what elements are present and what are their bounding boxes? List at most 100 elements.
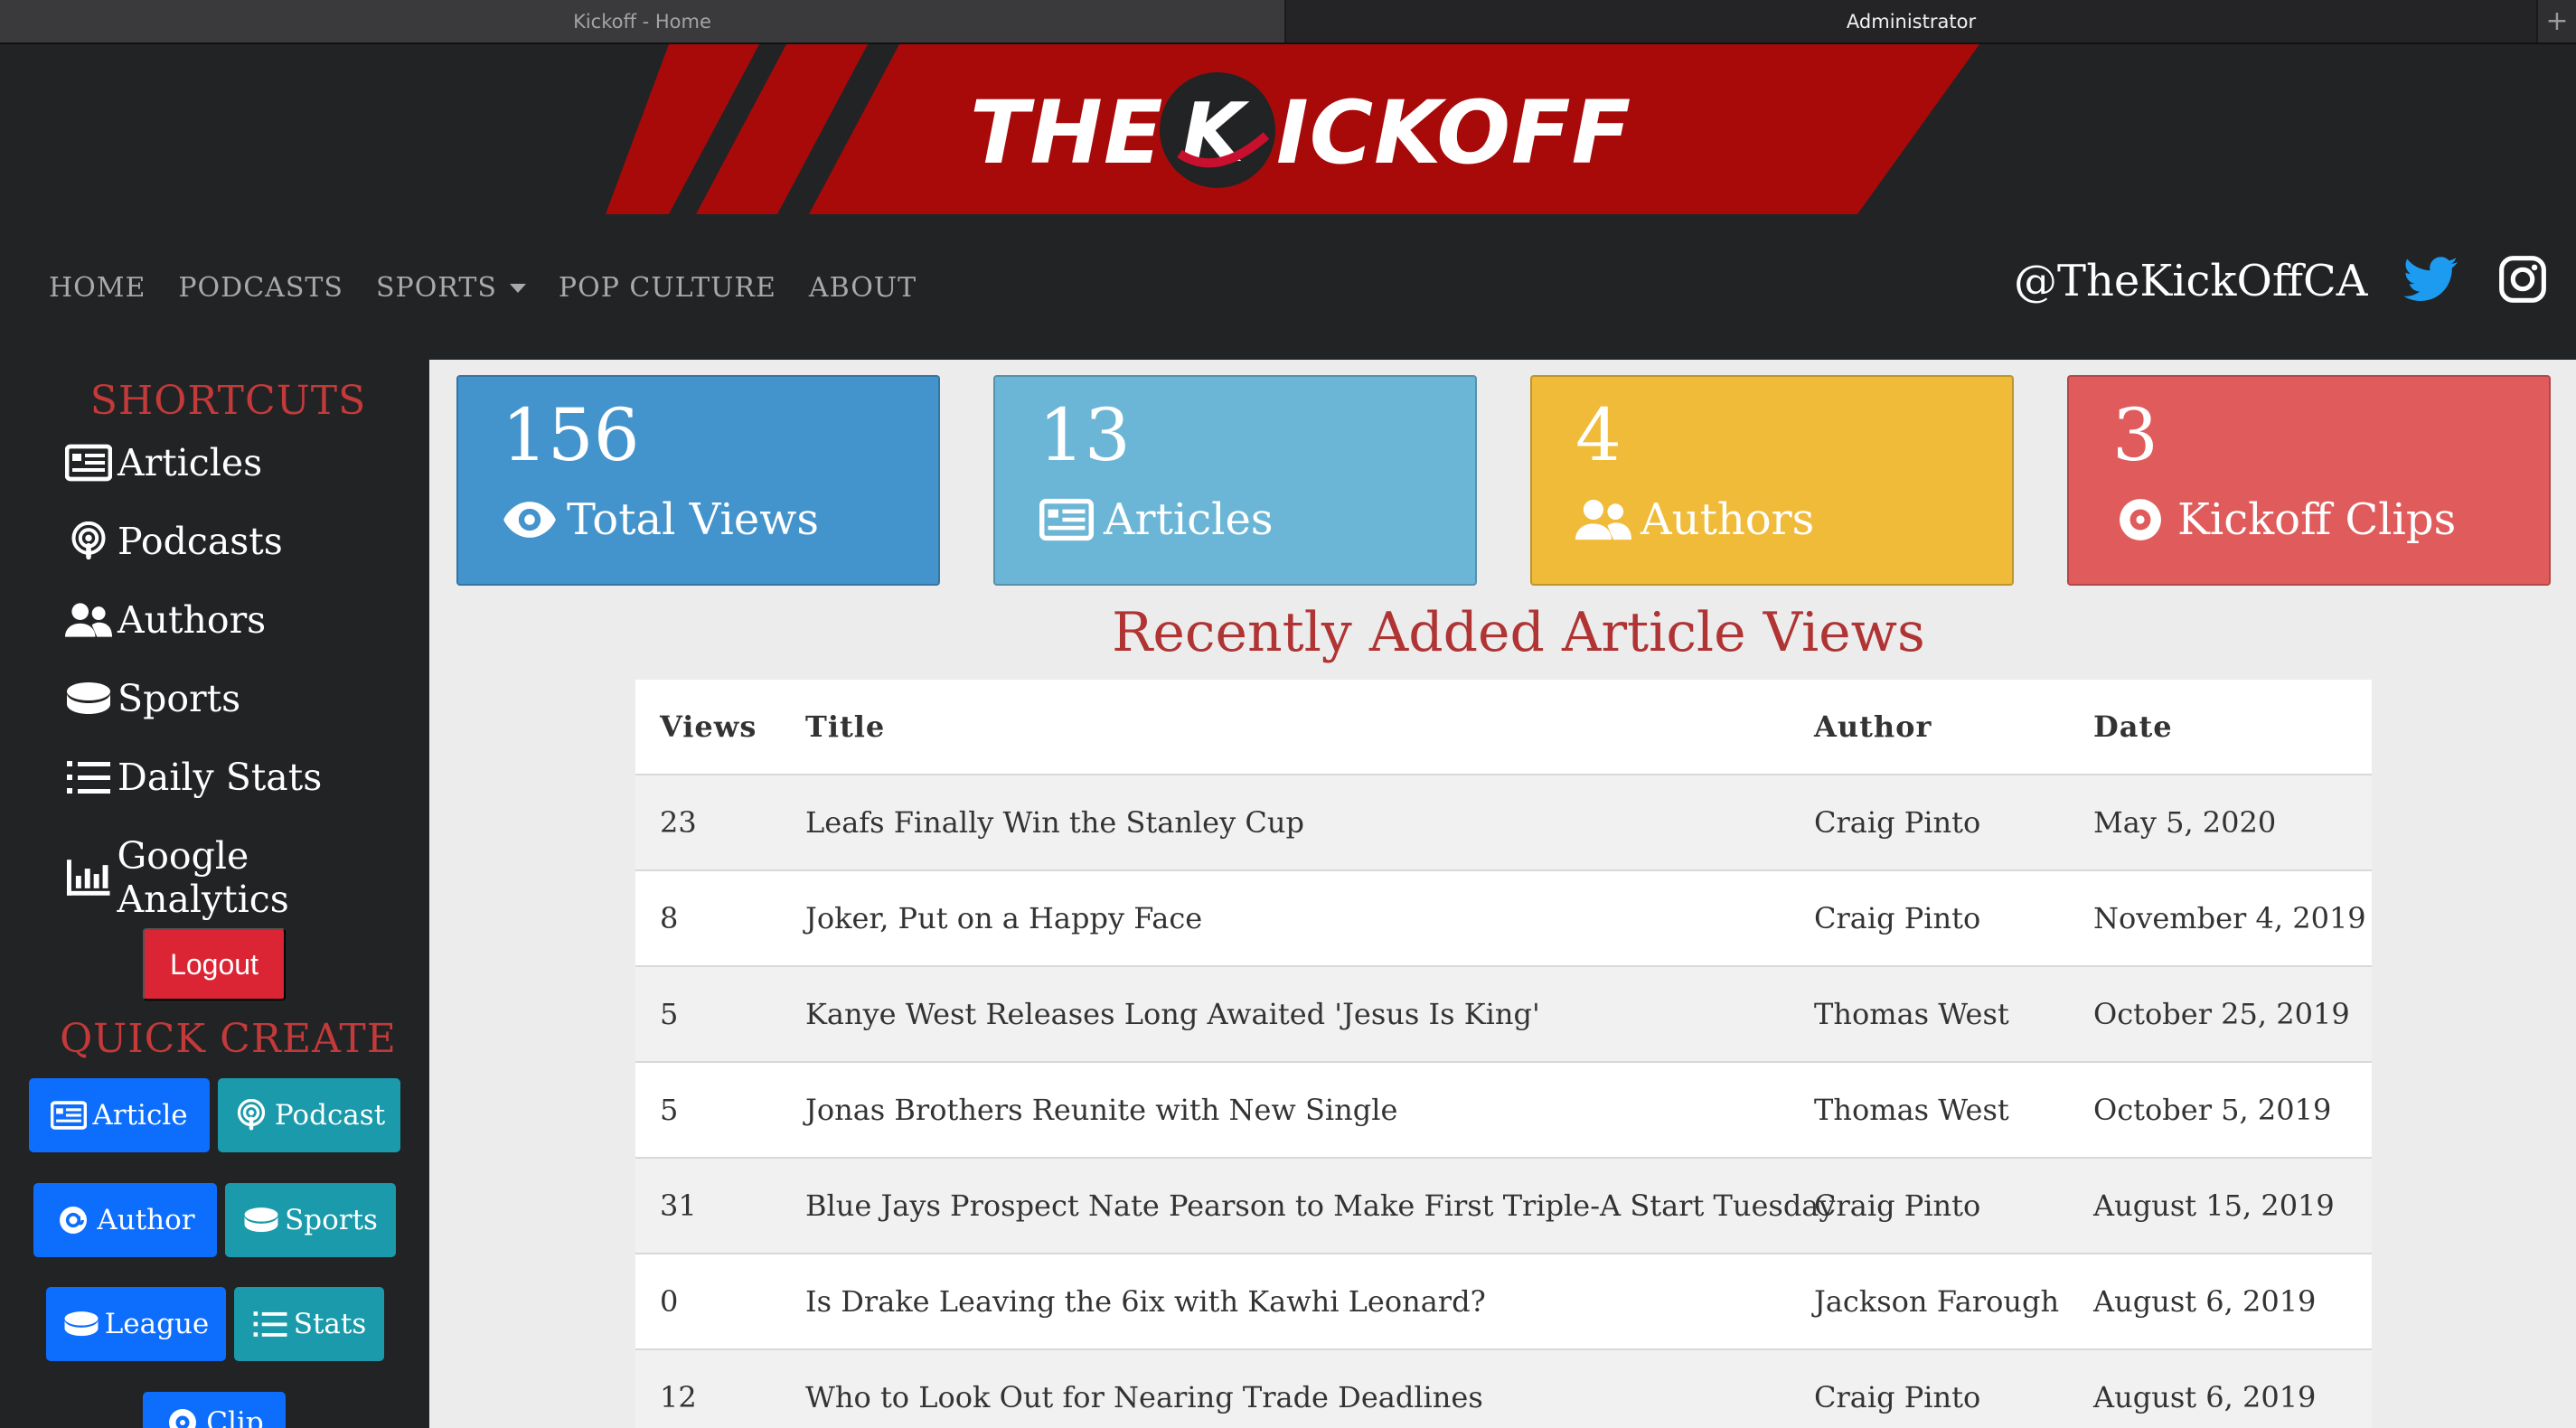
stat-label: Articles	[1039, 494, 1274, 545]
list-icon	[253, 1311, 287, 1337]
stat-card-articles[interactable]: 13 Articles	[993, 375, 1477, 586]
shortcut-authors[interactable]: Authors	[65, 598, 266, 642]
cell-title[interactable]: Leafs Finally Win the Stanley Cup	[805, 775, 1304, 869]
list-icon	[67, 761, 110, 794]
cell-views: 5	[660, 997, 679, 1031]
eye-icon	[503, 502, 556, 538]
shortcut-podcasts[interactable]: Podcasts	[65, 520, 283, 563]
stat-card-authors[interactable]: 4 Authors	[1530, 375, 2014, 586]
hockey-puck-icon	[67, 682, 110, 714]
stat-card-kickoff-clips[interactable]: 3 Kickoff Clips	[2067, 375, 2551, 586]
cell-title[interactable]: Is Drake Leaving the 6ix with Kawhi Leon…	[805, 1254, 1486, 1348]
browser-tab-administrator[interactable]: Administrator	[1286, 0, 2536, 42]
quick-create-podcast-button[interactable]: Podcast	[218, 1078, 400, 1152]
stat-label: Kickoff Clips	[2112, 494, 2456, 545]
shortcut-daily-stats[interactable]: Daily Stats	[65, 756, 322, 799]
table-row[interactable]: 8 Joker, Put on a Happy Face Craig Pinto…	[635, 871, 2372, 967]
cell-title[interactable]: Jonas Brothers Reunite with New Single	[805, 1063, 1397, 1157]
at-icon	[60, 1207, 88, 1234]
cell-views: 12	[660, 1380, 697, 1414]
shortcut-sports[interactable]: Sports	[65, 677, 240, 720]
column-header-date[interactable]: Date	[2093, 680, 2173, 774]
cell-date: October 5, 2019	[2093, 1093, 2332, 1127]
quick-create-sports-button[interactable]: Sports	[225, 1183, 396, 1257]
quick-create-clip-button[interactable]: Clip	[143, 1392, 286, 1428]
table-row[interactable]: 5 Kanye West Releases Long Awaited 'Jesu…	[635, 967, 2372, 1063]
table-row[interactable]: 23 Leafs Finally Win the Stanley Cup Cra…	[635, 775, 2372, 871]
quick-create-league-label: League	[104, 1308, 210, 1340]
column-header-views[interactable]: Views	[660, 680, 757, 774]
table-row[interactable]: 5 Jonas Brothers Reunite with New Single…	[635, 1063, 2372, 1159]
quick-create-author-button[interactable]: Author	[33, 1183, 217, 1257]
table-row[interactable]: 31 Blue Jays Prospect Nate Pearson to Ma…	[635, 1159, 2372, 1254]
table-row[interactable]: 12 Who to Look Out for Nearing Trade Dea…	[635, 1350, 2372, 1428]
quick-create-podcast-label: Podcast	[274, 1099, 386, 1132]
nav-sports-dropdown[interactable]: SPORTS	[376, 272, 526, 304]
cell-author: Thomas West	[1814, 997, 2009, 1031]
cell-date: October 25, 2019	[2093, 997, 2350, 1031]
cell-views: 8	[660, 901, 679, 935]
quick-create-heading: QUICK CREATE	[60, 1016, 397, 1062]
table-row[interactable]: 0 Is Drake Leaving the 6ix with Kawhi Le…	[635, 1254, 2372, 1350]
quick-create-article-label: Article	[92, 1099, 188, 1132]
podcast-icon	[237, 1099, 265, 1131]
column-header-author[interactable]: Author	[1814, 680, 1932, 774]
users-icon	[1575, 499, 1631, 540]
stat-value: 3	[2112, 393, 2158, 477]
logo-text-ickoff: ICKOFF	[1276, 82, 1632, 183]
users-icon	[65, 603, 112, 637]
stat-label: Total Views	[502, 494, 819, 545]
hockey-puck-icon	[64, 1311, 99, 1337]
nav-about[interactable]: ABOUT	[809, 272, 917, 304]
shortcuts-heading: SHORTCUTS	[89, 378, 367, 424]
hockey-puck-icon	[244, 1207, 278, 1233]
nav-pop-culture[interactable]: POP CULTURE	[559, 272, 776, 304]
recent-views-heading: Recently Added Article Views	[1112, 601, 1925, 664]
stat-value: 4	[1575, 393, 1622, 477]
cell-title[interactable]: Who to Look Out for Nearing Trade Deadli…	[805, 1350, 1483, 1428]
twitter-icon[interactable]	[2404, 256, 2458, 303]
cell-title[interactable]: Kanye West Releases Long Awaited 'Jesus …	[805, 967, 1540, 1061]
stat-label-text: Kickoff Clips	[2177, 494, 2457, 545]
shortcut-articles-label: Articles	[118, 441, 263, 484]
shortcut-articles[interactable]: Articles	[65, 441, 262, 484]
logout-button[interactable]: Logout	[143, 928, 286, 1001]
quick-create-stats-label: Stats	[293, 1308, 367, 1340]
cell-date: May 5, 2020	[2093, 805, 2277, 840]
instagram-icon[interactable]	[2497, 254, 2548, 305]
cell-author: Thomas West	[1814, 1093, 2009, 1127]
site-header: THE K ICKOFF HOME PODCASTS SPORTS POP CU…	[0, 44, 2576, 360]
shortcut-podcasts-label: Podcasts	[118, 520, 283, 563]
stat-card-total-views[interactable]: 156 Total Views	[456, 375, 940, 586]
cell-title[interactable]: Blue Jays Prospect Nate Pearson to Make …	[805, 1159, 1835, 1253]
shortcut-google-analytics[interactable]: Google Analytics	[65, 834, 429, 921]
stat-value: 156	[502, 393, 640, 477]
quick-create-article-button[interactable]: Article	[29, 1078, 210, 1152]
nav-podcasts[interactable]: PODCASTS	[178, 272, 343, 304]
quick-create-stats-button[interactable]: Stats	[234, 1287, 384, 1361]
newspaper-icon	[1039, 498, 1094, 541]
record-icon	[2120, 499, 2161, 540]
quick-create-league-button[interactable]: League	[46, 1287, 226, 1361]
stat-label-text: Authors	[1641, 494, 1815, 545]
newspaper-icon	[51, 1101, 88, 1130]
cell-title[interactable]: Joker, Put on a Happy Face	[805, 871, 1202, 965]
new-tab-button[interactable]: +	[2536, 0, 2576, 42]
table-header-row: Views Title Author Date	[635, 680, 2372, 775]
quick-create-author-label: Author	[97, 1204, 195, 1236]
nav-home[interactable]: HOME	[49, 272, 146, 304]
cell-author: Craig Pinto	[1814, 1188, 1981, 1223]
cell-date: November 4, 2019	[2093, 901, 2366, 935]
caret-down-icon	[509, 283, 526, 293]
browser-tab-bar: Kickoff - Home Administrator +	[0, 0, 2576, 44]
shortcut-authors-label: Authors	[118, 598, 267, 642]
browser-tab-kickoff-home[interactable]: Kickoff - Home	[0, 0, 1286, 42]
record-icon	[169, 1409, 197, 1428]
cell-views: 31	[660, 1188, 697, 1223]
column-header-title[interactable]: Title	[805, 680, 885, 774]
cell-author: Craig Pinto	[1814, 1380, 1981, 1414]
quick-create-sports-label: Sports	[285, 1204, 378, 1236]
podcast-icon	[71, 521, 106, 560]
newspaper-icon	[65, 444, 112, 482]
social-handle[interactable]: @TheKickOffCA	[2014, 256, 2367, 306]
